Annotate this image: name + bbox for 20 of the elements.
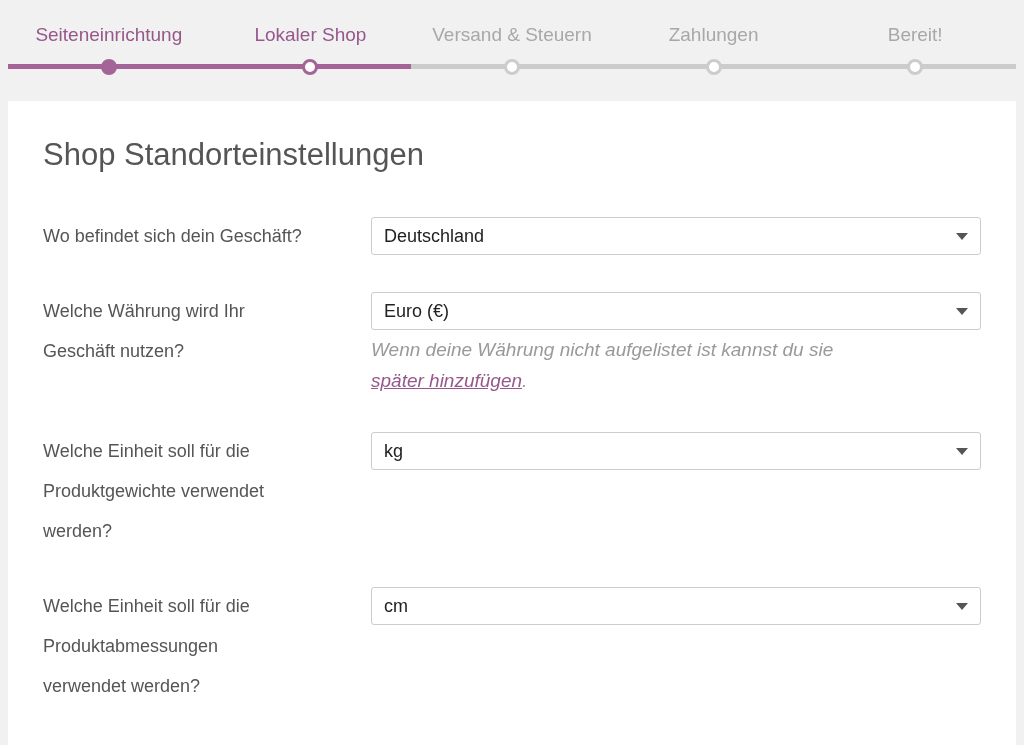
dropdown-field[interactable]: Euro (€) xyxy=(371,292,981,330)
dropdown-field[interactable]: Deutschland xyxy=(371,217,981,255)
step-label: Seiteneinrichtung xyxy=(35,24,183,47)
step-label: Lokaler Shop xyxy=(254,24,367,47)
step-label: Versand & Steuern xyxy=(432,24,592,47)
card-title: Shop Standorteinstellungen xyxy=(43,137,425,173)
field-label: Wo befindet sich dein Geschäft? xyxy=(43,225,303,248)
caret-icon xyxy=(956,602,968,610)
caret-icon xyxy=(956,232,968,240)
field-label: Welche Einheit soll für die Produktabmessungen verwendet werden? xyxy=(43,595,251,698)
field-label: Welche Einheit soll für die Produktgewichte verwendet werden? xyxy=(43,440,266,543)
caret-icon xyxy=(956,307,968,315)
caret-icon xyxy=(956,447,968,455)
field-label: Welche Währung wird Ihr Geschäft nutzen? xyxy=(43,300,246,363)
step-label: Bereit! xyxy=(887,24,943,47)
add-later-link[interactable]: später hinzufügen xyxy=(371,370,523,391)
step-label: Zahlungen xyxy=(668,24,759,47)
dropdown-field[interactable]: kg xyxy=(371,432,981,470)
help-text: Wenn deine Währung nicht aufgelistet ist kannst du sie später hinzufügen. xyxy=(371,338,835,393)
dropdown-field[interactable]: cm xyxy=(371,587,981,625)
